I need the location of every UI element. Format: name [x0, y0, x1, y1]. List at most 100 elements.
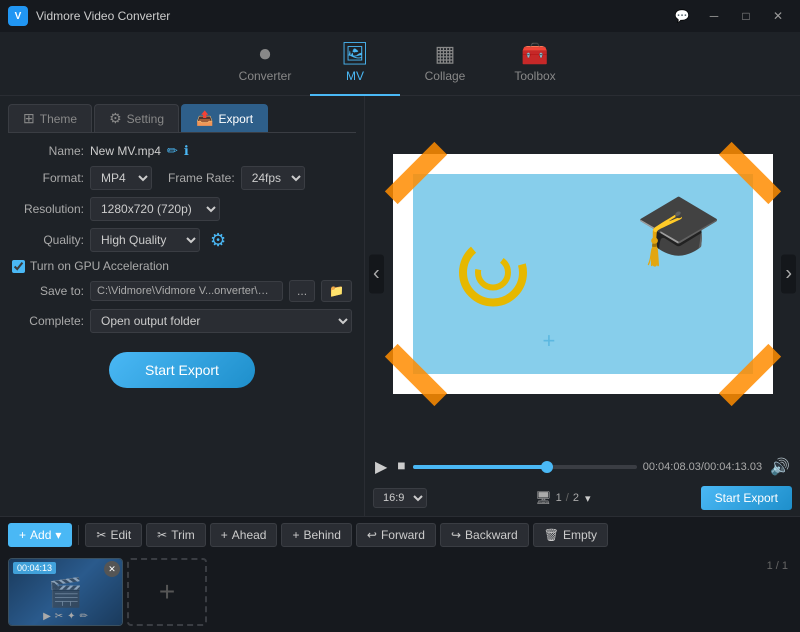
forward-btn[interactable]: ↩ Forward [356, 523, 436, 547]
backward-icon: ↪ [451, 528, 461, 542]
maximize-btn[interactable]: □ [732, 6, 760, 26]
clip-edit-icon[interactable]: ✏ [80, 611, 88, 622]
edit-icon[interactable]: ✏ [167, 143, 178, 159]
quality-row: Quality: High QualityMedium QualityLow Q… [12, 228, 352, 252]
export-tab-icon: 📤 [196, 110, 213, 127]
progress-thumb [541, 461, 553, 473]
clip-thumb-icon: 🎬 [48, 576, 83, 609]
frame-rate-section: Frame Rate: 24fps25fps30fps60fps [168, 166, 305, 190]
stop-btn[interactable]: ⏹ [395, 456, 407, 478]
trim-btn[interactable]: ✂ Trim [146, 523, 206, 547]
close-btn[interactable]: ✕ [764, 6, 792, 26]
page-current: 1 [556, 492, 562, 504]
save-to-row: Save to: C:\Vidmore\Vidmore V...onverter… [12, 280, 352, 302]
info-icon[interactable]: ℹ [184, 143, 189, 159]
plus-bottom: + [543, 328, 556, 354]
name-label: Name: [12, 144, 84, 158]
gpu-row: Turn on GPU Acceleration [12, 259, 352, 273]
ahead-btn[interactable]: + Ahead [210, 523, 278, 547]
player-row2: 16:94:31:1 🖥 1 / 2 ▾ Start Export [365, 483, 800, 516]
name-row: Name: New MV.mp4 ✏ ℹ [12, 143, 352, 159]
minimize-btn[interactable]: ─ [700, 6, 728, 26]
resolution-select[interactable]: 1280x720 (720p)1920x1080 (1080p)640x480 … [90, 197, 220, 221]
format-label: Format: [12, 171, 84, 185]
save-to-label: Save to: [12, 284, 84, 298]
aspect-section: 16:94:31:1 [373, 488, 427, 508]
gpu-checkbox[interactable] [12, 260, 25, 273]
complete-row: Complete: Open output folderDo nothingSh… [12, 309, 352, 333]
browse-btn[interactable]: ... [289, 280, 315, 302]
prev-btn[interactable]: ‹ [369, 254, 384, 293]
tab-collage-label: Collage [425, 69, 466, 83]
play-btn[interactable]: ▶ [373, 455, 389, 479]
page-count: 1 / 1 [767, 560, 788, 572]
add-icon: + [19, 528, 26, 542]
logo-text: V [15, 11, 22, 22]
frame-rate-select[interactable]: 24fps25fps30fps60fps [241, 166, 305, 190]
clip-cut-icon[interactable]: ✂ [55, 611, 63, 622]
speech-btn[interactable]: 💬 [668, 6, 696, 26]
open-folder-btn[interactable]: 📁 [321, 280, 352, 302]
sub-tab-theme[interactable]: ⊞ Theme [8, 104, 92, 132]
vidmore-swirl [453, 232, 533, 315]
quality-select[interactable]: High QualityMedium QualityLow Quality [90, 228, 200, 252]
sub-tab-export[interactable]: 📤 Export [181, 104, 268, 132]
behind-btn[interactable]: + Behind [281, 523, 351, 547]
quality-settings-icon[interactable]: ⚙ [210, 230, 226, 251]
start-export-right-btn[interactable]: Start Export [701, 486, 792, 510]
next-btn[interactable]: › [781, 254, 796, 293]
trim-icon: ✂ [157, 528, 167, 542]
tab-collage[interactable]: ▦ Collage [400, 32, 490, 96]
behind-label: Behind [304, 528, 341, 542]
add-dropdown-icon: ▾ [55, 528, 61, 542]
resolution-label: Resolution: [12, 202, 84, 216]
sub-tab-setting[interactable]: ⚙ Setting [94, 104, 179, 132]
ahead-label: Ahead [232, 528, 267, 542]
tab-converter[interactable]: ⏺ Converter [220, 32, 310, 96]
volume-btn[interactable]: 🔊 [768, 455, 792, 479]
app-logo: V [8, 6, 28, 26]
right-panel: ‹ + + [365, 96, 800, 516]
gpu-checkbox-label[interactable]: Turn on GPU Acceleration [12, 259, 169, 273]
quality-label: Quality: [12, 233, 84, 247]
backward-btn[interactable]: ↪ Backward [440, 523, 529, 547]
resolution-row: Resolution: 1280x720 (720p)1920x1080 (10… [12, 197, 352, 221]
nav-tabs: ⏺ Converter 🖼 MV ▦ Collage 🧰 Toolbox [0, 32, 800, 96]
title-bar: V Vidmore Video Converter 💬 ─ □ ✕ [0, 0, 800, 32]
start-export-left-btn[interactable]: Start Export [109, 352, 255, 388]
player-controls: ▶ ⏹ 00:04:08.03/00:04:13.03 🔊 [365, 451, 800, 483]
aspect-select[interactable]: 16:94:31:1 [373, 488, 427, 508]
add-label: Add [30, 528, 51, 542]
clip-play-icon[interactable]: ▶ [43, 611, 51, 622]
tab-toolbox[interactable]: 🧰 Toolbox [490, 32, 580, 96]
empty-btn[interactable]: 🗑 Empty [533, 523, 608, 547]
progress-bar[interactable] [413, 465, 636, 469]
complete-select[interactable]: Open output folderDo nothingShut down co… [90, 309, 352, 333]
empty-label: Empty [563, 528, 597, 542]
edit-btn[interactable]: ✂ Edit [85, 523, 142, 547]
add-btn[interactable]: + Add ▾ [8, 523, 72, 547]
forward-label: Forward [381, 528, 425, 542]
converter-icon: ⏺ [259, 43, 270, 65]
export-btn-wrap: Start Export [12, 352, 352, 388]
window-controls: 💬 ─ □ ✕ [668, 6, 792, 26]
timeline-clip[interactable]: 🎬 00:04:13 ✕ ▶ ✂ ✦ ✏ [8, 558, 123, 626]
tab-mv[interactable]: 🖼 MV [310, 32, 400, 96]
clip-star-icon[interactable]: ✦ [67, 611, 75, 622]
tab-toolbox-label: Toolbox [514, 69, 555, 83]
format-select[interactable]: MP4MOVAVIMKV [90, 166, 152, 190]
toolbox-icon: 🧰 [521, 43, 548, 65]
preview-area: ‹ + + [365, 96, 800, 451]
page-icon: 🖥 [535, 490, 552, 506]
clip-close-btn[interactable]: ✕ [104, 561, 120, 577]
frame-rate-label: Frame Rate: [168, 171, 235, 185]
sep1 [78, 525, 79, 545]
setting-icon: ⚙ [109, 110, 122, 127]
name-value: New MV.mp4 [90, 144, 161, 158]
sub-tab-theme-label: Theme [40, 112, 77, 126]
add-clip-btn[interactable]: + [127, 558, 207, 626]
edit-icon: ✂ [96, 528, 106, 542]
sub-tab-setting-label: Setting [127, 112, 164, 126]
page-dropdown-btn[interactable]: ▾ [583, 490, 593, 507]
collage-icon: ▦ [435, 43, 456, 65]
